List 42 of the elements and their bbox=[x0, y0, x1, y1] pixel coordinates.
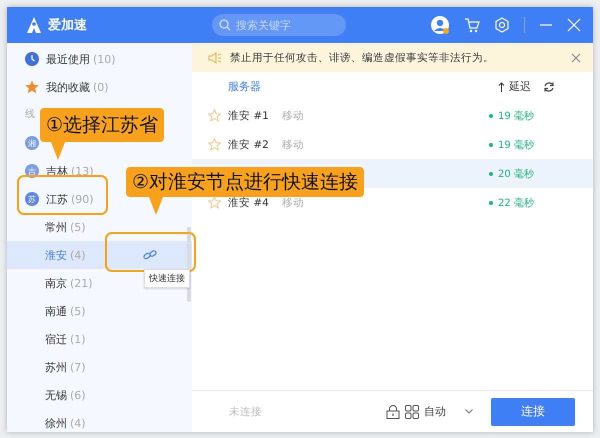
column-header: 服务器 bbox=[228, 79, 261, 94]
tooltip: 快速连接 bbox=[144, 269, 190, 288]
item-count: (5) bbox=[70, 220, 86, 234]
item-count: (5) bbox=[70, 304, 86, 318]
notice-text: 禁止用于任何攻击、诽谤、编造虚假事实等非法行为。 bbox=[230, 50, 494, 64]
item-label: 无锡 bbox=[45, 388, 67, 402]
carrier-label: 移动 bbox=[282, 196, 304, 210]
province-badge: 湘 bbox=[25, 136, 39, 150]
item-label: 常州 bbox=[45, 220, 67, 234]
item-label: 宿迁 bbox=[45, 332, 67, 346]
item-count: (1) bbox=[70, 332, 86, 346]
item-label: 南通 bbox=[45, 304, 67, 318]
latency-value: 19 毫秒 bbox=[498, 110, 534, 122]
item-label: 徐州 bbox=[45, 416, 67, 430]
carrier-label: 移动 bbox=[282, 108, 304, 122]
server-name: 淮安 #4 bbox=[228, 196, 269, 210]
item-count: (7) bbox=[70, 360, 86, 374]
item-count: (4) bbox=[70, 248, 86, 262]
province-badge: 苏 bbox=[25, 192, 39, 206]
connection-status: 未连接 bbox=[229, 404, 262, 418]
latency-value: 19 毫秒 bbox=[498, 138, 534, 152]
callout-tooltip: ①选择江苏省 bbox=[40, 108, 164, 142]
item-count: (21) bbox=[70, 276, 93, 290]
app-name: 爱加速 bbox=[48, 17, 87, 34]
item-count: (90) bbox=[71, 192, 94, 206]
section-label: 线 bbox=[25, 109, 35, 120]
item-count: (6) bbox=[70, 388, 86, 402]
item-label: 我的收藏 bbox=[46, 80, 90, 94]
item-label: 最近使用 bbox=[46, 52, 90, 66]
item-label: 江苏 bbox=[46, 192, 68, 206]
server-name: 淮安 #1 bbox=[228, 108, 269, 122]
item-label: 苏州 bbox=[45, 360, 67, 374]
latency-value: 20 毫秒 bbox=[498, 168, 534, 180]
item-label: 淮安 bbox=[45, 248, 67, 262]
latency-value: 22 毫秒 bbox=[498, 196, 534, 210]
item-count: (4) bbox=[70, 416, 86, 430]
carrier-label: 移动 bbox=[282, 138, 304, 152]
item-label: 南京 bbox=[45, 276, 67, 290]
item-count: (0) bbox=[93, 80, 109, 94]
callout-tooltip: ②对淮安节点进行快速连接 bbox=[126, 167, 364, 197]
item-count: (10) bbox=[93, 52, 116, 66]
server-name: 淮安 #2 bbox=[228, 138, 269, 152]
